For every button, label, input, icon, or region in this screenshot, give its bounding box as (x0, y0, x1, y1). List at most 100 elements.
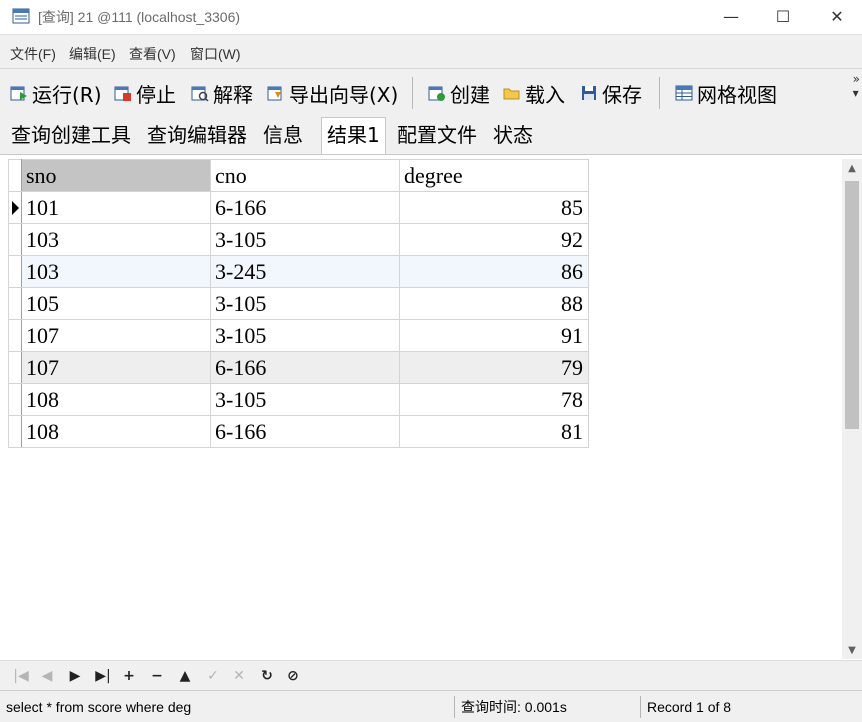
menu-window[interactable]: 窗口(W) (190, 44, 241, 64)
load-button[interactable]: 载入 (503, 80, 565, 107)
row-indicator (8, 351, 22, 384)
menu-file[interactable]: 文件(F) (10, 44, 56, 64)
scroll-up-arrow-icon[interactable]: ▲ (842, 163, 862, 174)
cell-cno[interactable]: 3-245 (210, 255, 400, 288)
toolbar-divider (412, 77, 413, 109)
stop-button[interactable]: 停止 (114, 80, 176, 107)
close-button[interactable]: ✕ (814, 2, 860, 32)
grid-view-label: 网格视图 (697, 82, 777, 107)
menu-view[interactable]: 查看(V) (129, 44, 176, 64)
move-up-icon[interactable]: ▲ (174, 665, 196, 687)
create-icon (428, 86, 445, 101)
table-row[interactable]: 101 6-166 85 (8, 191, 589, 224)
cell-cno[interactable]: 6-166 (210, 415, 400, 448)
stop-icon[interactable]: ⊘ (282, 665, 304, 687)
cell-degree[interactable]: 85 (399, 191, 589, 224)
run-icon (10, 86, 27, 101)
cell-cno[interactable]: 3-105 (210, 223, 400, 256)
table-row[interactable]: 107 3-105 91 (8, 319, 589, 352)
result-tabs: 查询创建工具 查询编辑器 信息 结果1 配置文件 状态 (0, 116, 862, 155)
minimize-button[interactable]: — (708, 2, 754, 32)
chevron-double-right-icon: » (852, 72, 860, 86)
cell-degree[interactable]: 86 (399, 255, 589, 288)
scroll-down-arrow-icon[interactable]: ▼ (842, 645, 862, 656)
menu-edit[interactable]: 编辑(E) (69, 44, 116, 64)
explain-icon (191, 86, 209, 102)
toolbar-overflow-button[interactable]: » ▾ (853, 72, 860, 100)
cell-sno[interactable]: 103 (21, 255, 211, 288)
status-sql-text: select * from score where deg (6, 699, 192, 715)
discard-changes-icon[interactable]: ✕ (228, 665, 250, 687)
cell-sno[interactable]: 108 (21, 415, 211, 448)
create-label: 创建 (450, 82, 490, 107)
status-query-time: 查询时间: 0.001s (454, 696, 640, 718)
tab-query-editor[interactable]: 查询编辑器 (142, 118, 252, 152)
maximize-button[interactable]: ☐ (760, 2, 806, 32)
stop-icon (114, 86, 131, 101)
column-header-cno[interactable]: cno (210, 159, 400, 192)
cell-cno[interactable]: 3-105 (210, 383, 400, 416)
previous-record-icon[interactable]: ◀ (36, 665, 58, 687)
column-header-sno[interactable]: sno (21, 159, 211, 192)
window-title: [查询] 21 @111 (localhost_3306) (38, 9, 241, 25)
cell-cno[interactable]: 6-166 (210, 351, 400, 384)
tab-info[interactable]: 信息 (258, 118, 308, 152)
export-icon (267, 86, 282, 101)
tab-status[interactable]: 状态 (488, 118, 538, 152)
cell-degree[interactable]: 88 (399, 287, 589, 320)
tab-profile[interactable]: 配置文件 (392, 118, 482, 152)
cell-sno[interactable]: 103 (21, 223, 211, 256)
toolbar: 运行(R) 停止 解释 导出向导(X) 创建 载入 保存 网格视图 » ▾ (0, 68, 862, 117)
title-bar: [查询] 21 @111 (localhost_3306) — ☐ ✕ (0, 0, 862, 34)
cell-degree[interactable]: 78 (399, 383, 589, 416)
cell-cno[interactable]: 6-166 (210, 191, 400, 224)
cell-sno[interactable]: 108 (21, 383, 211, 416)
record-navigation-bar: |◀ ◀ ▶ ▶| + − ▲ ✓ ✕ ↻ ⊘ (0, 660, 862, 691)
column-header-degree[interactable]: degree (399, 159, 589, 192)
cell-cno[interactable]: 3-105 (210, 287, 400, 320)
table-row[interactable]: 107 6-166 79 (8, 351, 589, 384)
tab-query-builder[interactable]: 查询创建工具 (6, 118, 136, 152)
cell-degree[interactable]: 91 (399, 319, 589, 352)
apply-changes-icon[interactable]: ✓ (202, 665, 224, 687)
cell-degree[interactable]: 92 (399, 223, 589, 256)
table-row[interactable]: 108 3-105 78 (8, 383, 589, 416)
refresh-icon[interactable]: ↻ (256, 665, 278, 687)
scrollbar-thumb[interactable] (845, 181, 859, 429)
first-record-icon[interactable]: |◀ (10, 665, 32, 687)
query-window-icon (12, 8, 30, 24)
row-pointer-icon (12, 200, 19, 215)
run-button[interactable]: 运行(R) (10, 80, 102, 107)
table-row[interactable]: 103 3-105 92 (8, 223, 589, 256)
stop-label: 停止 (136, 82, 176, 107)
table-row[interactable]: 103 3-245 86 (8, 255, 589, 288)
chevron-down-icon: ▾ (852, 86, 859, 100)
add-record-icon[interactable]: + (118, 665, 140, 687)
explain-label: 解释 (213, 82, 253, 107)
tab-result-1[interactable]: 结果1 (321, 117, 386, 155)
load-label: 载入 (525, 82, 565, 107)
create-button[interactable]: 创建 (428, 80, 490, 107)
vertical-scrollbar[interactable]: ▲ ▼ (842, 159, 862, 659)
row-indicator (8, 415, 22, 448)
export-wizard-button[interactable]: 导出向导(X) (267, 80, 398, 107)
table-row[interactable]: 108 6-166 81 (8, 415, 589, 448)
cell-sno[interactable]: 105 (21, 287, 211, 320)
next-record-icon[interactable]: ▶ (64, 665, 86, 687)
cell-sno[interactable]: 107 (21, 351, 211, 384)
menu-bar: 文件(F) 编辑(E) 查看(V) 窗口(W) (0, 34, 862, 69)
explain-button[interactable]: 解释 (191, 80, 253, 107)
toolbar-divider (659, 77, 660, 109)
grid-view-button[interactable]: 网格视图 (675, 80, 777, 107)
row-indicator (8, 287, 22, 320)
cell-degree[interactable]: 81 (399, 415, 589, 448)
table-row[interactable]: 105 3-105 88 (8, 287, 589, 320)
row-indicator-header (8, 159, 22, 192)
cell-sno[interactable]: 107 (21, 319, 211, 352)
cell-cno[interactable]: 3-105 (210, 319, 400, 352)
last-record-icon[interactable]: ▶| (92, 665, 114, 687)
cell-sno[interactable]: 101 (21, 191, 211, 224)
save-button[interactable]: 保存 (580, 80, 642, 107)
delete-record-icon[interactable]: − (146, 665, 168, 687)
cell-degree[interactable]: 79 (399, 351, 589, 384)
